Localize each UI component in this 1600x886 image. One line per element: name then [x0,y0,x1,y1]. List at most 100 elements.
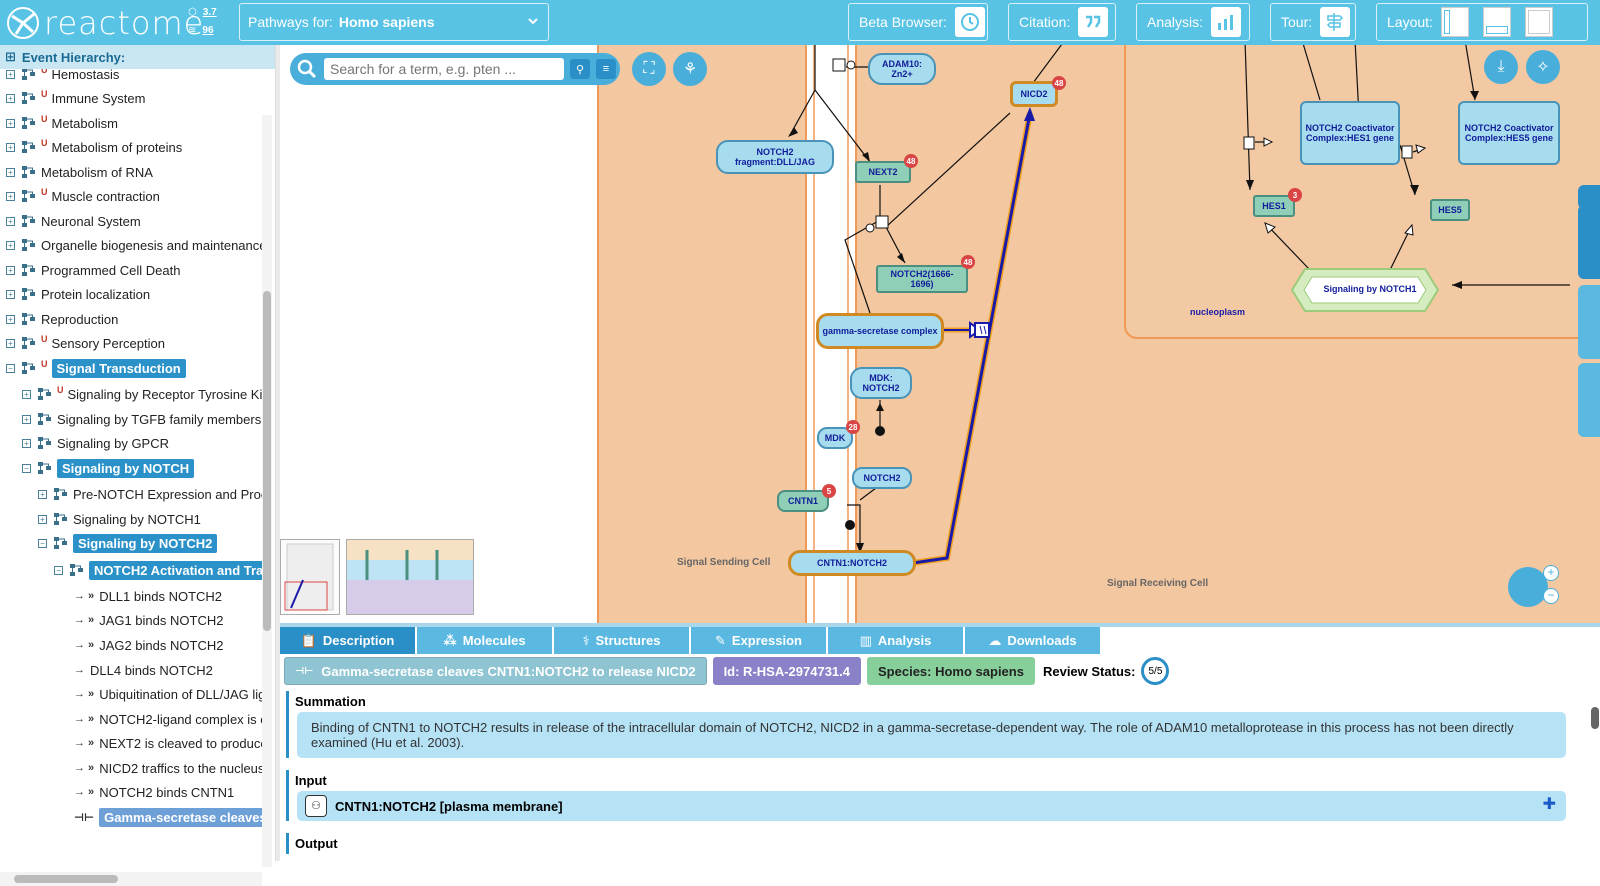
entity-cntn1[interactable]: CNTN1 [777,490,829,512]
tree-horizontal-scrollbar[interactable] [0,872,262,886]
entity-nicd2[interactable]: NICD2 [1010,81,1058,107]
tab-molecules[interactable]: ⁂ Molecules [417,627,552,654]
layout-bottom-icon[interactable] [1482,7,1511,37]
expand-icon[interactable]: + [6,191,15,201]
expand-icon[interactable]: + [22,389,31,399]
entity-signaling-by-notch1[interactable]: Signaling by NOTCH1 [1320,279,1420,299]
pathway-diagram[interactable]: ⚲ ≡ ⛶ ⚘ ⤓ ✧ ADAM10: Zn2+ NICD2 48 NOTCH2… [280,45,1600,623]
expand-icon[interactable]: + [6,265,15,275]
fit-diagram-button[interactable]: ⛶ [632,52,666,86]
tree-item[interactable]: + Organelle biogenesis and maintenance [6,234,262,256]
entity-notch2-coactivator-hes5[interactable]: NOTCH2 Coactivator Complex:HES5 gene [1458,101,1560,165]
entity-mdk-notch2[interactable]: MDK: NOTCH2 [850,367,912,399]
tree-item[interactable]: + U Metabolism [6,112,118,134]
side-tab-share[interactable] [1578,285,1600,359]
tree-item[interactable]: − Signaling by NOTCH2 [38,532,218,554]
expand-icon[interactable]: + [6,167,15,177]
search-go-button[interactable]: ⚲ [570,59,590,79]
entity-notch2-fragment[interactable]: NOTCH2 fragment:DLL/JAG [716,140,834,174]
tree-item[interactable]: + U Immune System [6,87,145,109]
expand-icon[interactable]: + [6,216,15,226]
citation-button[interactable]: Citation: [1008,3,1116,41]
version-b[interactable]: 96 [202,22,213,40]
expand-icon[interactable]: + [22,438,31,448]
expand-plus-icon[interactable]: ✚ [1543,797,1556,813]
tree-item[interactable]: ⊣⊢ Gamma-secretase cleaves CNTN1:NOTCH2 t… [74,806,262,828]
expand-icon[interactable]: + [6,142,15,152]
species-selector[interactable]: Pathways for: Homo sapiens [239,3,549,41]
tab-structures[interactable]: ⚕ Structures [554,627,689,654]
tab-analysis[interactable]: ▥ Analysis [828,627,963,654]
collapse-icon[interactable]: − [38,538,47,548]
tab-downloads[interactable]: ☁ Downloads [965,627,1100,654]
tree-item[interactable]: − Signaling by NOTCH [22,457,195,479]
tree-item[interactable]: → » JAG1 binds NOTCH2 [74,609,223,631]
tree-item[interactable]: + U Hemostasis [6,69,119,85]
entity-next2[interactable]: NEXT2 [855,161,911,183]
entity-notch2-coactivator-hes1[interactable]: NOTCH2 Coactivator Complex:HES1 gene [1300,101,1400,165]
expand-icon[interactable]: + [22,414,31,424]
diagram-search-input[interactable] [324,58,564,80]
search-options-icon[interactable]: ≡ [596,59,616,79]
tree-item[interactable]: − NOTCH2 Activation and Transmission of S… [54,559,262,581]
beta-browser-button[interactable]: Beta Browser: [848,3,988,41]
tree-vertical-scrollbar[interactable] [262,115,272,867]
tab-expression[interactable]: ✎ Expression [691,627,826,654]
expand-icon[interactable]: + [6,314,15,324]
details-scrollbar[interactable] [1588,693,1600,861]
tree-item[interactable]: → » NOTCH2-ligand complex is cleaved to p… [74,708,262,730]
expand-icon[interactable]: + [6,118,15,128]
entity-hes5[interactable]: HES5 [1430,199,1470,221]
side-tab-palette[interactable] [1578,205,1600,279]
pan-control[interactable] [1508,567,1548,607]
diagram-thumbnail[interactable] [280,539,340,615]
input-item[interactable]: ⚇ CNTN1:NOTCH2 [plasma membrane] ✚ [297,791,1566,821]
tree-item[interactable]: + Metabolism of RNA [6,161,153,183]
tree-item[interactable]: + Reproduction [6,308,118,330]
collapse-icon[interactable]: − [22,463,31,473]
collapse-icon[interactable]: − [54,565,63,575]
tree-item[interactable]: + Signaling by GPCR [22,432,169,454]
expand-icon[interactable]: + [6,338,15,348]
collapse-icon[interactable]: − [6,363,15,373]
zoom-out-button[interactable]: − [1543,588,1559,604]
entity-adam10[interactable]: ADAM10: Zn2+ [868,53,936,85]
entity-cntn1-notch2[interactable]: CNTN1:NOTCH2 [788,550,916,576]
tree-item[interactable]: + U Sensory Perception [6,332,165,354]
expand-icon[interactable]: + [6,240,15,250]
download-diagram-button[interactable]: ⤓ [1484,50,1518,84]
side-tab-info[interactable] [1578,363,1600,437]
tree-item[interactable]: + Neuronal System [6,210,141,232]
tree-item[interactable]: + Protein localization [6,283,150,305]
analysis-button[interactable]: Analysis: [1136,3,1250,41]
tree-item[interactable]: → » NEXT2 is cleaved to produce NICD2 [74,732,262,754]
tree-item[interactable]: + Programmed Cell Death [6,259,180,281]
layout-default-icon[interactable] [1440,7,1469,37]
tree-item[interactable]: → » NICD2 traffics to the nucleus [74,757,262,779]
tree-item[interactable]: + Signaling by NOTCH1 [38,508,201,530]
tree-item[interactable]: + U Muscle contraction [6,185,160,207]
tree-item[interactable]: − U Signal Transduction [6,357,186,379]
tab-description[interactable]: 📋 Description [280,627,415,654]
tree-item[interactable]: → » Ubiquitination of DLL/JAG ligands upo… [74,683,262,705]
version-a[interactable]: 3.7 [203,4,217,22]
tree-item[interactable]: → » JAG2 binds NOTCH2 [74,634,223,656]
tree-item[interactable]: + U Metabolism of proteins [6,136,182,158]
illustration-button[interactable]: ⚘ [673,52,707,86]
tree-item[interactable]: + USignaling by Receptor Tyrosine Kinases [22,383,262,405]
tree-item[interactable]: → » NOTCH2 binds CNTN1 [74,781,234,803]
tree-item[interactable]: → DLL4 binds NOTCH2 [74,659,213,681]
tree-item[interactable]: → » DLL1 binds NOTCH2 [74,585,222,607]
compass-button[interactable]: ✧ [1526,50,1560,84]
expand-icon[interactable]: + [6,93,15,103]
entity-gamma-secretase[interactable]: gamma-secretase complex [816,313,944,349]
entity-notch2-1666[interactable]: NOTCH2(1666- 1696) [876,265,968,293]
illustration-thumbnail[interactable] [346,539,474,615]
entity-notch2[interactable]: NOTCH2 [852,467,912,489]
tree-item[interactable]: + Pre-NOTCH Expression and Processing [38,483,262,505]
tree-item[interactable]: + Signaling by TGFB family members [22,408,261,430]
zoom-in-button[interactable]: + [1543,565,1559,581]
reactome-logo[interactable]: reactome [6,4,204,42]
tour-button[interactable]: Tour: [1270,3,1356,41]
expand-icon[interactable]: + [6,69,15,79]
